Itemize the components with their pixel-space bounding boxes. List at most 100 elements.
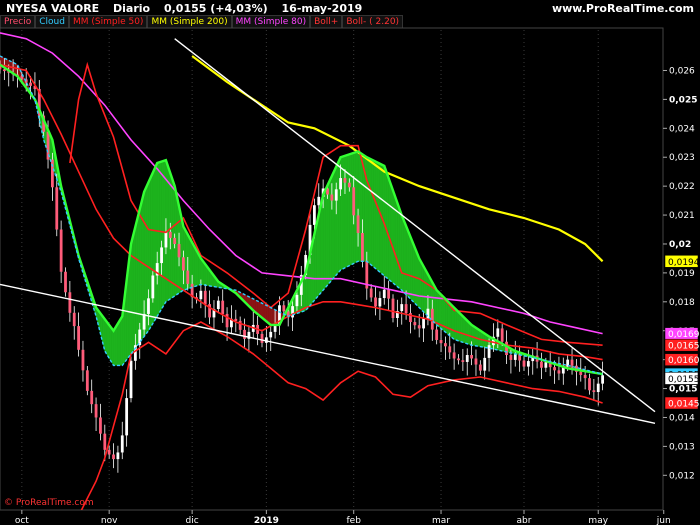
cloud-fill [388, 178, 392, 282]
candle-body [260, 333, 264, 343]
candle-body [107, 449, 111, 455]
y-tick-label: 0,012 [669, 471, 695, 481]
candle-body [343, 178, 347, 183]
x-tick-label: mar [432, 516, 450, 525]
candle-body [199, 290, 203, 300]
candle-body [55, 187, 59, 230]
candle-body [400, 304, 404, 312]
candle-body [129, 360, 133, 399]
cloud-fill [384, 165, 387, 279]
y-tick-label: 0,026 [669, 66, 695, 76]
candle-body [470, 355, 473, 359]
candle-body [29, 82, 32, 86]
candle-body [522, 360, 526, 367]
cloud-fill [115, 322, 119, 366]
cloud-fill [135, 217, 138, 349]
candle-body [243, 329, 246, 339]
cloud-fill [154, 162, 158, 321]
cloud-fill [392, 190, 396, 286]
y-tick-label: 0,019 [669, 269, 695, 279]
candle-body [352, 187, 356, 216]
y-tick-label: 0,02 [669, 240, 691, 250]
candle-body [452, 352, 456, 359]
candle-body [295, 294, 299, 307]
x-tick-label: abr [517, 516, 532, 525]
cloud-fill [410, 236, 413, 302]
cloud-fill [106, 321, 110, 359]
cloud-fill [399, 208, 402, 291]
cloud-fill [108, 324, 112, 363]
candle-body [269, 331, 273, 338]
y-tick-label: 0,024 [669, 124, 695, 134]
cloud-fill [325, 185, 328, 289]
candle-body [64, 271, 67, 293]
candle-body [513, 354, 517, 360]
candle-body [413, 322, 417, 326]
cloud-fill [419, 258, 422, 311]
cloud-fill [434, 286, 437, 326]
x-tick-label: may [588, 516, 608, 525]
candle-body [182, 257, 185, 271]
cloud-fill [460, 313, 464, 343]
candle-body [435, 329, 439, 340]
cloud-fill [159, 161, 162, 314]
cloud-fill [467, 320, 470, 345]
cloud-fill [421, 262, 424, 313]
cloud-fill [336, 161, 339, 276]
cloud-fill [464, 317, 468, 345]
cloud-fill [377, 162, 381, 273]
cloud-fill [117, 319, 121, 366]
candle-body [356, 215, 360, 233]
watermark: © ProRealTime.com [4, 498, 94, 508]
cloud-fill [423, 266, 426, 315]
candle-body [160, 247, 163, 264]
cloud-fill [119, 315, 123, 366]
x-tick-label: jun [656, 516, 671, 525]
y-tick-label: 0,013 [669, 442, 695, 452]
cloud-fill [473, 326, 477, 347]
candle-body [72, 312, 76, 327]
candle-body [99, 417, 102, 434]
candle-body [317, 196, 321, 206]
candle-body [596, 383, 600, 393]
candle-body [579, 371, 583, 375]
candle-body [404, 304, 408, 314]
candle-body [553, 367, 556, 371]
cloud-fill [408, 231, 411, 300]
candle-body [378, 298, 382, 307]
candle-body [68, 292, 72, 313]
price-tag-label: 0,0169 [668, 330, 700, 340]
cloud-fill [403, 220, 407, 296]
cloud-fill [368, 157, 372, 266]
candle-body [116, 452, 120, 460]
cloud-fill [456, 309, 459, 342]
cloud-fill [458, 311, 461, 342]
cloud-fill [401, 214, 405, 293]
candle-body [112, 454, 115, 460]
candle-body [85, 370, 89, 391]
y-tick-label: 0,022 [669, 182, 695, 192]
cloud-fill [139, 200, 143, 343]
candle-body [173, 237, 177, 244]
cloud-fill [386, 171, 389, 280]
y-tick-label: 0,021 [669, 211, 695, 221]
cloud-fill [375, 161, 378, 271]
cloud-fill [270, 307, 274, 326]
price-tag-label: 0,0145 [668, 400, 700, 410]
price-tag-label: 0,0165 [668, 342, 700, 352]
candle-body [465, 355, 469, 362]
cloud-fill [161, 160, 164, 310]
candle-body [125, 398, 129, 436]
y-tick-label: 0,015 [669, 385, 697, 395]
cloud-fill [156, 162, 160, 317]
candle-body [369, 288, 373, 298]
candle-body [282, 305, 286, 312]
candle-body [461, 360, 465, 362]
candle-body [426, 308, 430, 319]
candle-body [142, 313, 146, 330]
candle-body [588, 378, 591, 391]
cloud-fill [390, 184, 394, 284]
price-chart[interactable]: 0,0260,0250,0240,0230,0220,0210,020,0190… [0, 0, 700, 525]
candle-body [422, 318, 425, 329]
candle-body [457, 358, 460, 361]
